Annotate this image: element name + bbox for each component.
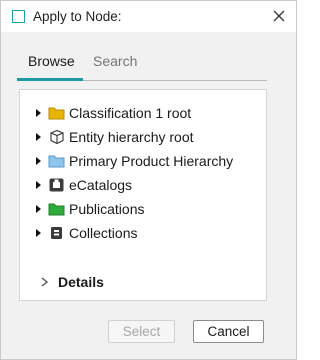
tree-item-primary-product-hierarchy[interactable]: Primary Product Hierarchy [20,150,266,172]
apply-to-node-dialog: Apply to Node: Browse Search Classificat… [0,0,297,360]
cancel-button[interactable]: Cancel [193,320,264,343]
tree-item-label: Primary Product Hierarchy [69,153,234,169]
tree-item-classification-1-root[interactable]: Classification 1 root [20,102,266,124]
tree-item-label: Collections [69,225,138,241]
details-label: Details [58,274,104,290]
tree-item-label: Classification 1 root [69,105,192,121]
tree-item-ecatalogs[interactable]: eCatalogs [20,174,266,196]
select-button[interactable]: Select [108,320,175,343]
cube-icon [50,129,64,145]
tree-item-collections[interactable]: Collections [20,222,266,244]
expand-arrow-icon[interactable] [36,157,41,165]
tab-search[interactable]: Search [93,53,137,69]
expand-arrow-icon[interactable] [36,133,41,141]
tab-bar: Browse Search [17,49,267,83]
tree-item-publications[interactable]: Publications [20,198,266,220]
active-tab-indicator [17,78,83,81]
close-icon[interactable] [268,5,290,27]
expand-arrow-icon[interactable] [36,229,41,237]
collection-icon [51,227,62,239]
tab-browse[interactable]: Browse [28,53,75,69]
folder-icon [48,155,65,168]
window-title: Apply to Node: [33,9,122,24]
folder-icon [48,107,65,120]
expand-arrow-icon[interactable] [36,109,41,117]
tree-item-label: Entity hierarchy root [69,129,194,145]
title-bar: Apply to Node: [1,1,296,32]
app-icon [12,10,25,23]
tree-item-label: Publications [69,201,145,217]
folder-icon [48,203,65,216]
expand-arrow-icon[interactable] [36,181,41,189]
expand-arrow-icon[interactable] [36,205,41,213]
chevron-right-icon [41,277,49,287]
tree-item-entity-hierarchy-root[interactable]: Entity hierarchy root [20,126,266,148]
catalog-icon [49,178,64,192]
tree-item-label: eCatalogs [69,177,133,193]
node-tree-panel: Classification 1 root Entity hierarchy r… [19,89,267,301]
details-toggle[interactable]: Details [40,273,240,293]
